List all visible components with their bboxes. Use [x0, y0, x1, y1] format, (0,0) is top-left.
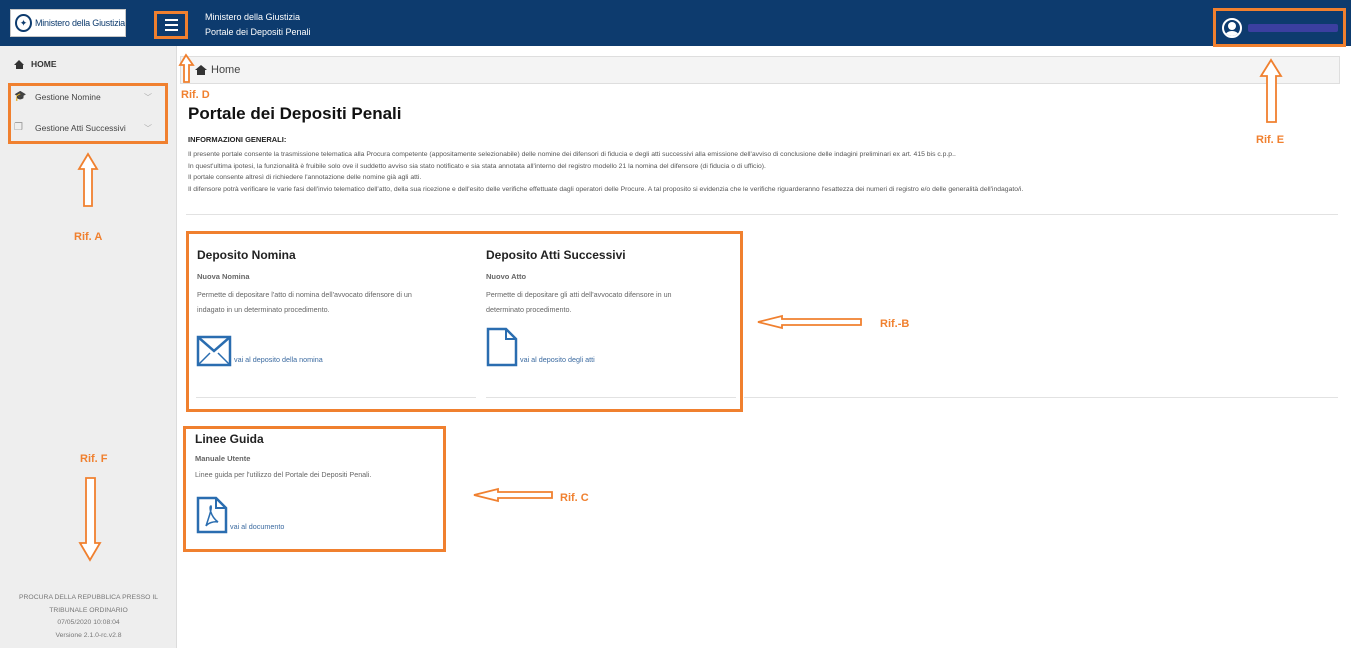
- card-description-line: Permette di depositare l'atto di nomina …: [197, 290, 412, 299]
- home-icon: [14, 59, 25, 69]
- divider: [186, 214, 1338, 215]
- link-label: vai al deposito della nomina: [234, 355, 323, 364]
- page-title: Portale dei Depositi Penali: [188, 104, 402, 123]
- breadcrumb-home[interactable]: Home: [211, 64, 240, 76]
- ministry-logo[interactable]: ✦ Ministero della Giustizia: [10, 9, 126, 37]
- link-label: vai al deposito degli atti: [520, 355, 595, 364]
- sidebar-item-home[interactable]: HOME: [14, 59, 57, 69]
- card-description-line: determinato procedimento.: [486, 305, 572, 314]
- document-icon: [486, 327, 518, 367]
- annotation-label-a: Rif. A: [74, 231, 103, 243]
- divider: [196, 397, 476, 398]
- user-menu[interactable]: [1213, 8, 1346, 47]
- user-name-redacted: [1248, 23, 1338, 32]
- card-description: Permette di depositare l'atto di nomina …: [197, 287, 477, 317]
- breadcrumb: Home: [180, 56, 1340, 84]
- footer-timestamp: 07/05/2020 10:08:04: [57, 619, 120, 626]
- deposito-atti-link[interactable]: vai al deposito degli atti: [486, 327, 595, 367]
- footer-court: TRIBUNALE ORDINARIO: [49, 606, 128, 614]
- app-title-line1: Ministero della Giustizia: [205, 12, 301, 22]
- logo-text: Ministero della Giustizia: [34, 18, 125, 28]
- divider: [486, 397, 736, 398]
- copy-icon: ❐: [14, 122, 23, 133]
- card-deposito-atti: Deposito Atti Successivi Nuovo Atto Perm…: [486, 248, 736, 317]
- guide-document-link[interactable]: vai al documento: [196, 496, 284, 534]
- card-description-line: Permette di depositare gli atti dell'avv…: [486, 290, 672, 299]
- sidebar-item-gestione-nomine[interactable]: 🎓 Gestione Nomine ﹀: [14, 91, 152, 103]
- sidebar-item-gestione-atti[interactable]: ❐ Gestione Atti Successivi ﹀: [14, 122, 152, 134]
- footer-version: Versione 2.1.0-rc.v2.8: [55, 631, 122, 639]
- app-title: Ministero della Giustizia Portale dei De…: [205, 10, 311, 40]
- card-description-line: indagato in un determinato procedimento.: [197, 305, 330, 314]
- arrow-left-icon: [473, 487, 553, 503]
- card-title: Linee Guida: [195, 432, 264, 446]
- sidebar-item-label: Gestione Atti Successivi: [35, 123, 126, 133]
- card-subtitle: Nuovo Atto: [486, 272, 527, 281]
- info-heading: INFORMAZIONI GENERALI:: [188, 135, 287, 144]
- chevron-down-icon: ﹀: [144, 123, 152, 133]
- graduation-cap-icon: 🎓: [14, 91, 27, 102]
- arrow-left-icon: [757, 314, 862, 330]
- info-line: Il difensore potrà verificare le varie f…: [188, 185, 1024, 193]
- annotation-label-c: Rif. C: [560, 492, 589, 504]
- deposito-nomina-link[interactable]: vai al deposito della nomina: [196, 329, 323, 367]
- envelope-icon: [196, 335, 232, 367]
- annotation-label-e: Rif. E: [1256, 134, 1285, 146]
- card-title: Deposito Nomina: [197, 248, 296, 262]
- sidebar: HOME 🎓 Gestione Nomine ﹀ ❐ Gestione Atti…: [0, 46, 177, 648]
- link-label: vai al documento: [230, 522, 285, 531]
- hamburger-icon-line: [164, 29, 178, 31]
- divider: [744, 397, 1338, 398]
- top-bar: ✦ Ministero della Giustizia Ministero de…: [0, 0, 1351, 47]
- pdf-icon: [196, 496, 228, 534]
- info-line: In quest'ultima ipotesi, la funzionalità…: [188, 162, 766, 170]
- hamburger-icon-line: [164, 24, 178, 26]
- home-icon: [195, 65, 207, 75]
- info-line: Il presente portale consente la trasmiss…: [188, 151, 956, 158]
- card-title: Deposito Atti Successivi: [486, 248, 626, 262]
- emblem-icon: ✦: [15, 14, 32, 32]
- card-deposito-nomina: Deposito Nomina Nuova Nomina Permette di…: [197, 248, 477, 317]
- app-title-line2: Portale dei Depositi Penali: [205, 27, 311, 37]
- card-description: Linee guida per l'utilizzo del Portale d…: [195, 470, 372, 479]
- hamburger-icon: [164, 19, 178, 21]
- chevron-down-icon: ﹀: [144, 92, 152, 102]
- menu-toggle-button[interactable]: [154, 11, 188, 39]
- footer-office: PROCURA DELLA REPUBBLICA PRESSO IL: [18, 594, 158, 601]
- sidebar-item-label: HOME: [31, 59, 57, 69]
- user-icon: [1222, 17, 1242, 38]
- card-subtitle: Manuale Utente: [195, 454, 251, 463]
- annotation-label-d: Rif. D: [181, 89, 210, 101]
- sidebar-footer: PROCURA DELLA REPUBBLICA PRESSO IL TRIBU…: [0, 592, 177, 642]
- card-linee-guida: Linee Guida Manuale Utente Linee guida p…: [195, 432, 440, 482]
- annotation-label-b: Rif.-B: [880, 318, 910, 330]
- annotation-label-f: Rif. F: [80, 453, 108, 465]
- info-line: Il portale consente altresì di richieder…: [188, 174, 422, 181]
- sidebar-item-label: Gestione Nomine: [35, 92, 101, 102]
- info-text: Il presente portale consente la trasmiss…: [188, 149, 1338, 195]
- card-subtitle: Nuova Nomina: [197, 272, 250, 281]
- card-description: Permette di depositare gli atti dell'avv…: [486, 287, 736, 317]
